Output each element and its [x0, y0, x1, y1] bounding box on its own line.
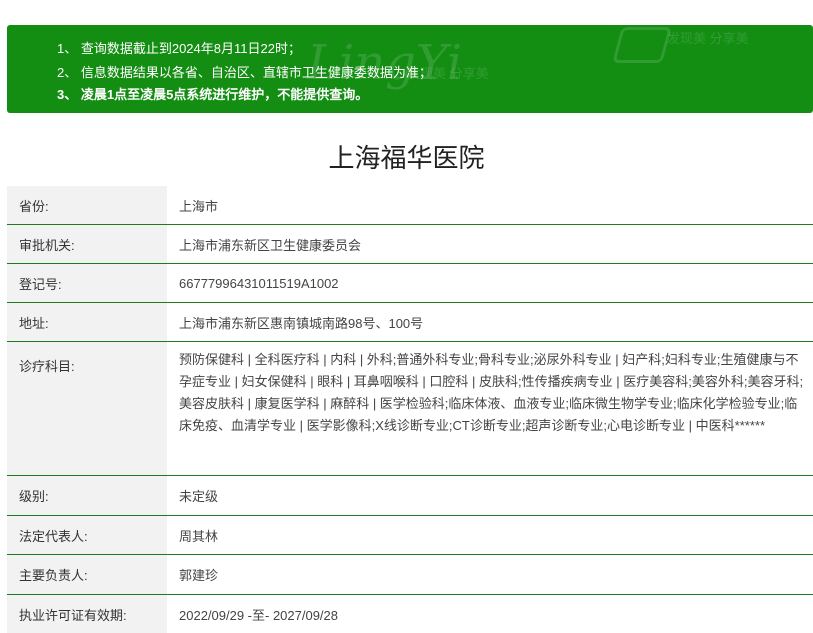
field-value-level: 未定级: [167, 476, 813, 516]
field-label-level: 级别:: [7, 476, 167, 516]
table-row: 诊疗科目: 预防保健科 | 全科医疗科 | 内科 | 外科;普通外科专业;骨科专…: [7, 342, 813, 476]
table-row: 登记号: 66777996431011519A1002: [7, 264, 813, 303]
notice-item: 3、 凌晨1点至凌晨5点系统进行维护，不能提供查询。: [57, 84, 368, 103]
field-label-principal: 主要负责人:: [7, 555, 167, 595]
table-row: 审批机关: 上海市浦东新区卫生健康委员会: [7, 225, 813, 264]
hospital-info-table: 省份: 上海市 审批机关: 上海市浦东新区卫生健康委员会 登记号: 667779…: [7, 186, 813, 633]
field-label-license-validity: 执业许可证有效期:: [7, 595, 167, 633]
table-row: 执业许可证有效期: 2022/09/29 -至- 2027/09/28: [7, 595, 813, 633]
field-label-authority: 审批机关:: [7, 225, 167, 264]
field-label-departments: 诊疗科目:: [7, 342, 167, 476]
table-row: 级别: 未定级: [7, 476, 813, 516]
field-label-legal-rep: 法定代表人:: [7, 516, 167, 555]
field-value-legal-rep: 周其林: [167, 516, 813, 555]
field-value-departments: 预防保健科 | 全科医疗科 | 内科 | 外科;普通外科专业;骨科专业;泌尿外科…: [167, 342, 813, 476]
notice-item: 1、 查询数据截止到2024年8月11日22时；: [57, 38, 301, 57]
field-value-registration: 66777996431011519A1002: [167, 264, 813, 303]
notice-item: 2、 信息数据结果以各省、自治区、直辖市卫生健康委数据为准；: [57, 62, 432, 81]
table-row: 地址: 上海市浦东新区惠南镇城南路98号、100号: [7, 303, 813, 342]
hospital-name: 上海福华医院: [0, 138, 813, 175]
field-value-authority: 上海市浦东新区卫生健康委员会: [167, 225, 813, 264]
table-row: 主要负责人: 郭建珍: [7, 555, 813, 595]
table-row: 省份: 上海市: [7, 186, 813, 225]
field-value-province: 上海市: [167, 186, 813, 225]
table-row: 法定代表人: 周其林: [7, 516, 813, 555]
field-label-address: 地址:: [7, 303, 167, 342]
watermark-slogan: 发现美 分享美: [667, 28, 749, 47]
field-value-license-validity: 2022/09/29 -至- 2027/09/28: [167, 595, 813, 633]
field-value-address: 上海市浦东新区惠南镇城南路98号、100号: [167, 303, 813, 342]
watermark-logo-icon: [612, 27, 672, 63]
field-value-principal: 郭建珍: [167, 555, 813, 595]
field-label-province: 省份:: [7, 186, 167, 225]
field-label-registration: 登记号:: [7, 264, 167, 303]
notice-banner: LingYi 发现美 分享美 发现美 分享美 1、 查询数据截止到2024年8月…: [7, 25, 813, 113]
